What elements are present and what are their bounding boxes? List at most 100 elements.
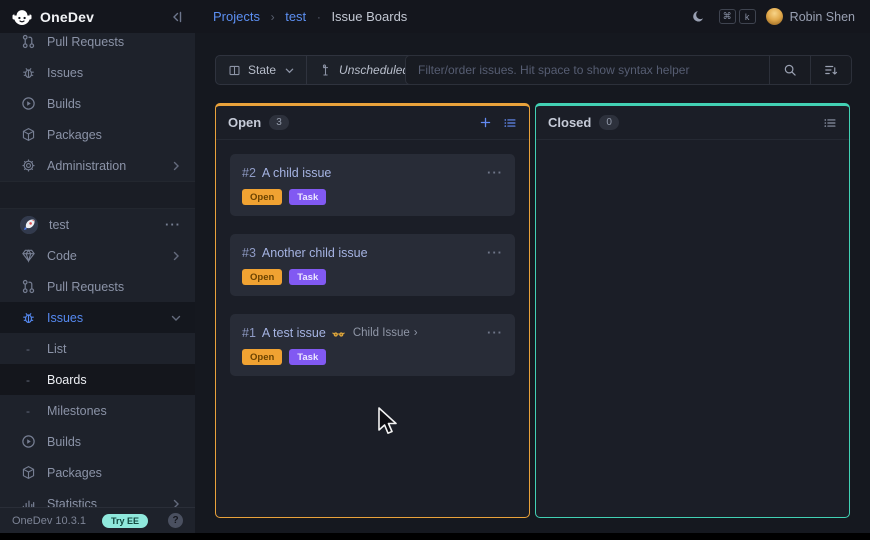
- sidebar: OneDev Pull Requests: [0, 0, 195, 533]
- sidebar-footer: OneDev 10.3.1 Try EE ?: [0, 507, 195, 533]
- help-icon[interactable]: ?: [168, 513, 183, 528]
- column-header-closed: Closed 0: [536, 106, 849, 140]
- version-label: OneDev 10.3.1: [12, 515, 86, 527]
- add-issue-icon[interactable]: [479, 116, 492, 129]
- issue-board: Open 3: [215, 103, 850, 518]
- main-content: State Unscheduled: [195, 33, 870, 533]
- filter-input[interactable]: [406, 56, 769, 84]
- column-name: Open: [228, 115, 261, 130]
- sidebar-item-issues-boards[interactable]: - Boards: [0, 364, 195, 395]
- try-ee-badge[interactable]: Try EE: [102, 514, 148, 528]
- sidebar-item-label: Milestones: [47, 404, 107, 418]
- breadcrumb-project-link[interactable]: test: [285, 9, 306, 24]
- breadcrumb-projects-link[interactable]: Projects: [213, 9, 260, 24]
- sidebar-item-label: Packages: [47, 466, 102, 480]
- breadcrumb: Projects › test · Issue Boards: [213, 9, 407, 24]
- card-badges: Open Task: [242, 189, 503, 205]
- sidebar-item-project-builds[interactable]: Builds: [0, 426, 195, 457]
- sidebar-item-label: Statistics: [47, 497, 97, 508]
- sidebar-item-label: Code: [47, 249, 77, 263]
- sidebar-item-issues-milestones[interactable]: - Milestones: [0, 395, 195, 426]
- user-menu[interactable]: Robin Shen: [766, 8, 855, 25]
- sidebar-item-project-packages[interactable]: Packages: [0, 457, 195, 488]
- order-button[interactable]: [810, 56, 851, 84]
- card-menu-icon[interactable]: ···: [487, 326, 503, 340]
- k-key: k: [739, 9, 756, 24]
- chevron-right-icon: [171, 499, 181, 508]
- sidebar-project-test[interactable]: test ···: [0, 209, 195, 240]
- state-badge: Open: [242, 349, 282, 365]
- package-box-icon: [20, 465, 36, 481]
- sidebar-item-packages[interactable]: Packages: [0, 119, 195, 150]
- screen: { "topbar": { "logo_text": "OneDev", "br…: [0, 0, 870, 540]
- board-columns-icon: [228, 64, 241, 77]
- keyboard-shortcut-hint: ⌘ k: [719, 9, 756, 24]
- project-rocket-avatar: [20, 216, 38, 234]
- sidebar-item-issues[interactable]: Issues: [0, 57, 195, 88]
- sidebar-item-label: Pull Requests: [47, 35, 124, 49]
- issue-title[interactable]: A test issue: [262, 326, 326, 340]
- state-badge: Open: [242, 269, 282, 285]
- breadcrumb-separator-icon: ›: [271, 10, 275, 24]
- collapse-sidebar-icon[interactable]: [169, 10, 183, 24]
- filter-bar: [405, 55, 852, 85]
- pull-request-icon: [20, 279, 36, 295]
- user-avatar: [766, 8, 783, 25]
- card-menu-icon[interactable]: ···: [487, 166, 503, 180]
- board-column-closed: Closed 0: [535, 103, 850, 518]
- column-list-icon[interactable]: [503, 116, 517, 130]
- column-list-icon[interactable]: [823, 116, 837, 130]
- pull-request-icon: [20, 34, 36, 50]
- state-badge: Open: [242, 189, 282, 205]
- type-badge: Task: [289, 269, 326, 285]
- column-count-badge: 3: [269, 115, 289, 130]
- card-badges: Open Task: [242, 269, 503, 285]
- milestone-flag-icon: [319, 64, 332, 77]
- sidebar-section-divider: [0, 181, 195, 209]
- issue-title[interactable]: Another child issue: [262, 246, 368, 260]
- sidebar-item-project-pull-requests[interactable]: Pull Requests: [0, 271, 195, 302]
- type-badge: Task: [289, 189, 326, 205]
- package-box-icon: [20, 127, 36, 143]
- child-issue-link[interactable]: Child Issue ›: [353, 326, 418, 340]
- bug-icon: [20, 310, 36, 326]
- child-issue-link-label: Child Issue: [353, 326, 410, 340]
- column-actions: [823, 116, 837, 130]
- sidebar-item-label: Pull Requests: [47, 280, 124, 294]
- topbar-right: ⌘ k Robin Shen: [692, 8, 855, 25]
- sidebar-item-label: Issues: [47, 66, 83, 80]
- search-button[interactable]: [769, 56, 810, 84]
- sidebar-item-builds[interactable]: Builds: [0, 88, 195, 119]
- state-board-value: State: [248, 63, 276, 77]
- bar-chart-icon: [20, 496, 36, 508]
- sidebar-item-project-issues[interactable]: Issues: [0, 302, 195, 333]
- sidebar-item-pull-requests[interactable]: Pull Requests: [0, 33, 195, 57]
- issue-card-1[interactable]: #1 A test issue Child Issue: [230, 314, 515, 376]
- onedev-logo-icon: [12, 7, 32, 27]
- column-count-badge: 0: [599, 115, 619, 130]
- gear-icon: [20, 158, 36, 174]
- sidebar-item-label: List: [47, 342, 66, 356]
- sidebar-item-administration[interactable]: Administration: [0, 150, 195, 181]
- board-column-open: Open 3: [215, 103, 530, 518]
- sidebar-item-code[interactable]: Code: [0, 240, 195, 271]
- play-circle-icon: [20, 96, 36, 112]
- issue-card-3[interactable]: #3 Another child issue ··· Open Task: [230, 234, 515, 296]
- card-menu-icon[interactable]: ···: [487, 246, 503, 260]
- dark-mode-toggle-icon[interactable]: [692, 10, 705, 23]
- project-name-label: test: [49, 218, 69, 232]
- sidebar-item-issues-list[interactable]: - List: [0, 333, 195, 364]
- issue-title[interactable]: A child issue: [262, 166, 331, 180]
- sidebar-item-label: Builds: [47, 435, 81, 449]
- issue-number: #1: [242, 326, 256, 340]
- sidebar-item-label: Packages: [47, 128, 102, 142]
- breadcrumb-dot-icon: ·: [317, 10, 321, 24]
- sidebar-item-label: Administration: [47, 159, 126, 173]
- column-header-open: Open 3: [216, 106, 529, 140]
- issue-number: #3: [242, 246, 256, 260]
- chevron-right-icon: ›: [414, 326, 418, 340]
- sidebar-item-statistics[interactable]: Statistics: [0, 488, 195, 507]
- project-menu-icon[interactable]: ···: [165, 217, 181, 232]
- state-board-dropdown[interactable]: State: [216, 56, 306, 84]
- issue-card-2[interactable]: #2 A child issue ··· Open Task: [230, 154, 515, 216]
